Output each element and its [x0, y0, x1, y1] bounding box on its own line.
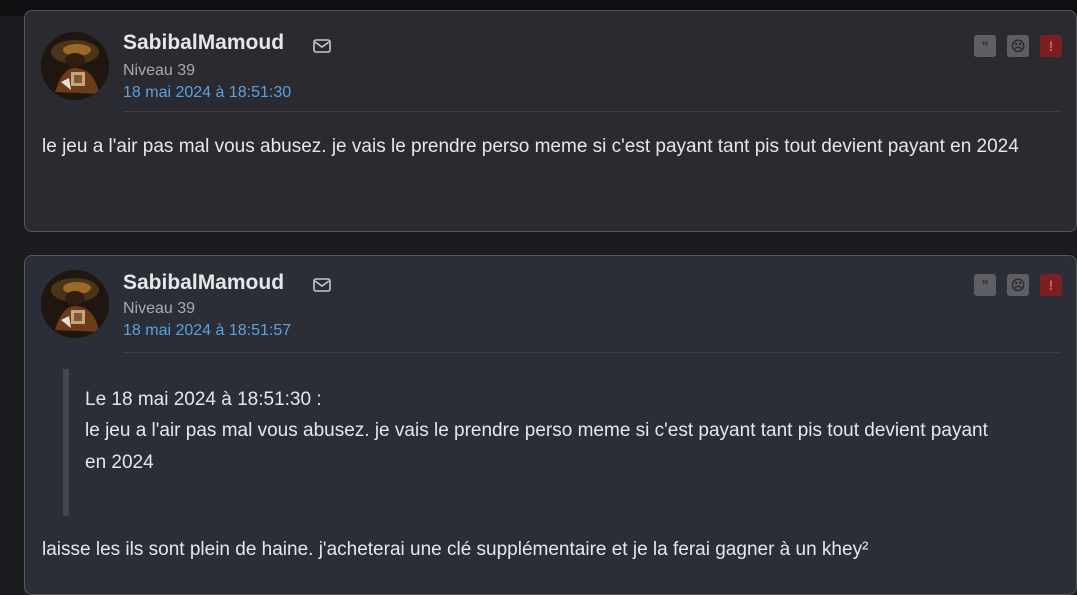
mail-icon[interactable]: [313, 39, 331, 53]
forum-post: SabibalMamoud Niveau 39 18 mai 2024 à 18…: [24, 10, 1077, 232]
header-separator: [123, 111, 1060, 112]
report-icon[interactable]: !: [1040, 35, 1062, 57]
author-name[interactable]: SabibalMamoud: [123, 31, 284, 55]
user-level: Niveau 39: [123, 62, 196, 79]
post-date-link[interactable]: 18 mai 2024 à 18:51:57: [123, 322, 291, 340]
post-actions: ” ☹ !: [974, 35, 1062, 57]
report-icon[interactable]: !: [1040, 274, 1062, 296]
post-actions: ” ☹ !: [974, 274, 1062, 296]
header-separator: [123, 352, 1060, 353]
avatar[interactable]: [41, 270, 109, 338]
quote-body: le jeu a l'air pas mal vous abusez. je v…: [85, 420, 988, 473]
quote-icon[interactable]: ”: [974, 35, 996, 57]
quote-icon[interactable]: ”: [974, 274, 996, 296]
quote-header: Le 18 mai 2024 à 18:51:30 :: [85, 389, 322, 410]
post-message: laisse les ils sont plein de haine. j'ac…: [42, 539, 869, 560]
author-name[interactable]: SabibalMamoud: [123, 271, 284, 295]
post-date-link[interactable]: 18 mai 2024 à 18:51:30: [123, 84, 291, 102]
forum-post: SabibalMamoud Niveau 39 18 mai 2024 à 18…: [24, 255, 1077, 595]
avatar[interactable]: [41, 32, 109, 100]
user-level: Niveau 39: [123, 300, 196, 317]
quoted-message: Le 18 mai 2024 à 18:51:30 : le jeu a l'a…: [63, 369, 1009, 516]
ignore-icon[interactable]: ☹: [1007, 274, 1029, 296]
post-message: le jeu a l'air pas mal vous abusez. je v…: [42, 136, 1019, 157]
mail-icon[interactable]: [313, 278, 331, 292]
ignore-icon[interactable]: ☹: [1007, 35, 1029, 57]
